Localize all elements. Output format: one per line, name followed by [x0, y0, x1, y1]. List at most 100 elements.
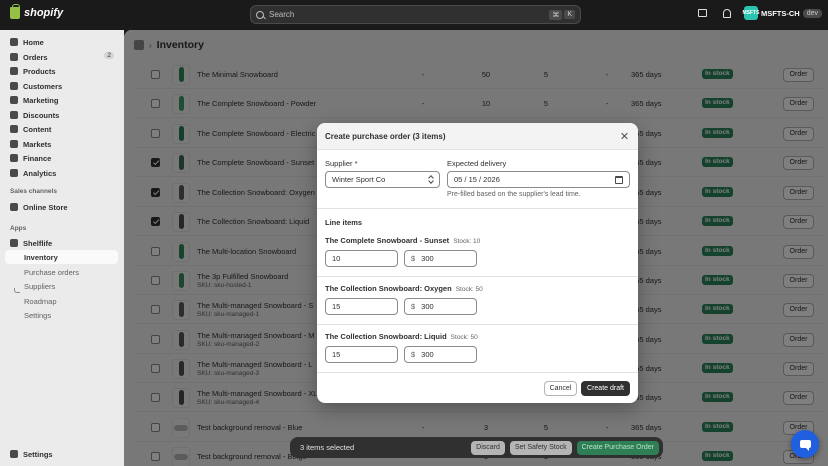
sidebar-item-finance[interactable]: Finance [5, 151, 118, 165]
sidebar-item-content[interactable]: Content [5, 122, 118, 136]
line-item-stock: Stock: 50 [450, 334, 478, 341]
sidebar-item-label: Settings [24, 310, 52, 320]
finance-icon [10, 154, 18, 162]
sidebar-item-label: Finance [23, 153, 52, 163]
sidebar-item-label: Roadmap [24, 296, 57, 306]
sidebar-item-purchase-orders[interactable]: Purchase orders [5, 265, 118, 279]
discard-button[interactable]: Discard [471, 440, 505, 455]
sidebar-item-label: Analytics [23, 168, 57, 178]
set-safety-stock-button[interactable]: Set Safety Stock [509, 440, 572, 455]
unit-cost-input[interactable]: $300 [404, 346, 477, 363]
sidebar-item-orders[interactable]: Orders 2 [5, 50, 118, 64]
sidebar-item-label: Online Store [23, 202, 68, 212]
sidebar-item-label: Home [23, 37, 44, 47]
expected-delivery-date-input[interactable]: 05 / 15 / 2026 [447, 171, 630, 188]
sidebar-item-settings[interactable]: Settings [5, 447, 118, 461]
sidebar-item-markets[interactable]: Markets [5, 137, 118, 151]
create-purchase-order-button[interactable]: Create Purchase Order [576, 440, 659, 455]
sales-channels-heading[interactable]: Sales channels [10, 188, 57, 195]
sidebar-item-label: Inventory [24, 252, 58, 262]
sidebar-item-label: Orders [23, 52, 48, 62]
discounts-icon [10, 111, 18, 119]
line-item-name: The Complete Snowboard - Sunset Stock: 10 [325, 236, 480, 245]
currency-prefix: $ [411, 254, 416, 263]
unit-cost-value: 300 [421, 254, 434, 263]
orders-count-badge: 2 [104, 52, 114, 59]
sidebar-item-roadmap[interactable]: Roadmap [5, 294, 118, 308]
chat-button[interactable] [791, 430, 819, 458]
notifications-button[interactable] [720, 6, 734, 20]
shopify-logo[interactable]: shopify [10, 4, 64, 19]
logo-text: shopify [24, 7, 64, 19]
quantity-input[interactable]: 15 [325, 298, 398, 315]
sidebar-item-label: Settings [23, 449, 53, 459]
home-icon [10, 38, 18, 46]
shopify-bag-icon [10, 4, 20, 19]
apps-heading[interactable]: Apps [10, 225, 26, 232]
quantity-value: 15 [332, 302, 341, 311]
store-avatar[interactable]: MSFTS [742, 6, 759, 20]
expected-delivery-label: Expected delivery [447, 159, 507, 168]
sidebar-item-analytics[interactable]: Analytics [5, 166, 118, 180]
chat-bubble-icon [799, 440, 811, 451]
calendar-icon[interactable] [615, 176, 623, 184]
line-item-name-text: The Complete Snowboard - Sunset [325, 236, 450, 245]
supplier-label: Supplier * [325, 159, 358, 168]
close-icon[interactable] [618, 130, 630, 142]
markets-icon [10, 140, 18, 148]
sidebar-item-discounts[interactable]: Discounts [5, 108, 118, 122]
top-bar: shopify Search ⌘ K MSFTS MSFTS-CH dev [0, 0, 828, 30]
quantity-value: 15 [332, 350, 341, 359]
unit-cost-input[interactable]: $300 [404, 250, 477, 267]
supplier-select[interactable]: Winter Sport Co [325, 171, 440, 188]
search-placeholder: Search [269, 10, 295, 19]
modal-header: Create purchase order (3 items) [317, 123, 638, 150]
currency-prefix: $ [411, 350, 416, 359]
shortcut-cmd-key: ⌘ [549, 9, 563, 20]
create-po-modal: Create purchase order (3 items) Supplier… [317, 123, 638, 403]
sidebar-item-inventory[interactable]: Inventory [5, 250, 118, 264]
quantity-input[interactable]: 15 [325, 346, 398, 363]
line-items-title: Line items [325, 218, 363, 227]
bell-icon [722, 8, 731, 18]
sidebar-item-customers[interactable]: Customers [5, 79, 118, 93]
sidebar-item-label: Suppliers [24, 281, 56, 291]
sidebar-item-home[interactable]: Home [5, 35, 118, 49]
line-item-name-text: The Collection Snowboard: Oxygen [325, 284, 452, 293]
sidebar-item-products[interactable]: Products [5, 64, 118, 78]
cancel-button[interactable]: Cancel [544, 381, 577, 396]
customers-icon [10, 82, 18, 90]
sidebar-item-label: Markets [23, 139, 52, 149]
unit-cost-input[interactable]: $300 [404, 298, 477, 315]
sidebar-item-app-settings[interactable]: Settings [5, 308, 118, 322]
env-badge: dev [802, 8, 822, 18]
sidebar-item-label: Purchase orders [24, 267, 80, 277]
orders-icon [10, 53, 18, 61]
store-button[interactable] [696, 6, 710, 20]
store-icon [698, 9, 708, 17]
divider [317, 324, 638, 325]
selected-count: 3 items selected [300, 443, 355, 452]
line-item-name: The Collection Snowboard: Liquid Stock: 5… [325, 332, 478, 341]
bulk-action-bar: 3 items selected Discard Set Safety Stoc… [290, 437, 663, 458]
sidebar-item-shelflife[interactable]: Shelflife [5, 236, 118, 250]
store-name[interactable]: MSFTS-CH [761, 9, 800, 18]
quantity-input[interactable]: 10 [325, 250, 398, 267]
currency-prefix: $ [411, 302, 416, 311]
sidebar-item-label: Products [23, 66, 56, 76]
modal-footer: Cancel Create draft [317, 372, 638, 403]
sidebar-item-online-store[interactable]: Online Store [5, 200, 118, 214]
sidebar-item-label: Marketing [23, 95, 59, 105]
modal-title: Create purchase order (3 items) [325, 132, 446, 141]
line-item-name-text: The Collection Snowboard: Liquid [325, 332, 447, 341]
supplier-value: Winter Sport Co [332, 175, 386, 184]
sidebar-item-suppliers[interactable]: Suppliers [5, 279, 118, 293]
sidebar: Home Orders 2 Products Customers Marketin… [0, 30, 124, 466]
sidebar-item-marketing[interactable]: Marketing [5, 93, 118, 107]
marketing-icon [10, 96, 18, 104]
search-bar[interactable]: Search ⌘ K [250, 5, 581, 24]
delivery-value: 05 / 15 / 2026 [454, 175, 500, 184]
delivery-help-text: Pre-filled based on the supplier's lead … [447, 191, 581, 198]
shelflife-app-icon [10, 239, 18, 247]
create-draft-button[interactable]: Create draft [581, 381, 630, 396]
